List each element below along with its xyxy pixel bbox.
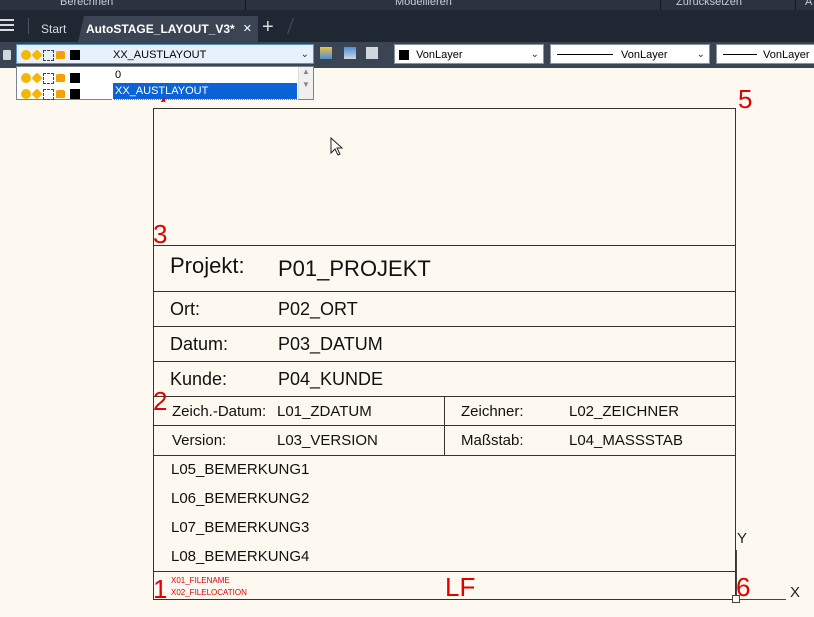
version-value: L03_VERSION — [277, 432, 378, 449]
viewport-freeze-icon — [43, 72, 54, 84]
chevron-down-icon[interactable]: ⌄ — [697, 45, 705, 65]
lock-icon — [56, 51, 65, 60]
tab-title: AutoSTAGE_LAYOUT_V3* — [86, 22, 235, 36]
scroll-down-icon[interactable]: ▼ — [299, 80, 313, 89]
chevron-down-icon[interactable]: ⌄ — [531, 45, 539, 65]
title-block-divider — [153, 455, 736, 456]
linetype-combo-value: VonLayer — [621, 49, 668, 61]
bulb-icon — [21, 50, 31, 61]
title-block-divider — [153, 291, 736, 292]
ribbon-panel-berechnen[interactable]: Berechnen — [60, 0, 113, 8]
ucs-x-axis — [736, 599, 786, 600]
layer-combo[interactable]: XX_AUSTLAYOUT ⌄ — [16, 44, 314, 64]
location-label: Ort: — [170, 299, 200, 319]
match-layer-icon[interactable] — [344, 47, 356, 59]
file-tab-bar: Start AutoSTAGE_LAYOUT_V3* ✕ + — [0, 10, 814, 42]
layer-state-icons — [21, 86, 81, 102]
dropdown-scrollbar[interactable]: ▲ ▼ — [298, 67, 313, 99]
title-block-divider — [153, 245, 736, 246]
layer-properties-icon[interactable] — [3, 50, 11, 60]
make-current-layer-icon[interactable] — [320, 47, 332, 59]
layer-list-item[interactable]: 0 — [17, 67, 299, 84]
color-combo[interactable]: VonLayer ⌄ — [394, 44, 544, 64]
layer-combo-value: XX_AUSTLAYOUT — [113, 49, 207, 61]
drafter-value: L02_ZEICHNER — [569, 403, 680, 420]
location-value: P02_ORT — [278, 299, 358, 319]
chevron-down-icon[interactable]: ⌄ — [301, 45, 309, 65]
scroll-up-icon[interactable]: ▲ — [299, 67, 313, 76]
customer-value: P04_KUNDE — [278, 369, 384, 389]
scale-label: Maßstab: — [461, 432, 524, 449]
close-icon[interactable]: ✕ — [243, 16, 252, 42]
new-tab-button[interactable]: + — [262, 14, 274, 40]
marker-lf: LF — [445, 572, 476, 602]
marker-2: 2 — [153, 386, 168, 416]
ribbon-divider — [245, 0, 246, 10]
drafter-label: Zeichner: — [461, 403, 524, 420]
lock-icon — [56, 90, 65, 99]
ucs-x-label: X — [790, 584, 801, 601]
file-name-field: X01_FILENAME — [171, 576, 230, 585]
layer-color-swatch — [70, 50, 81, 61]
linetype-combo[interactable]: VonLayer ⌄ — [550, 44, 710, 64]
layer-color-swatch — [70, 73, 81, 84]
viewport-freeze-icon — [43, 88, 54, 100]
layer-color-swatch — [70, 89, 81, 100]
sun-icon — [31, 88, 43, 100]
mouse-cursor-icon — [330, 137, 344, 156]
file-location-field: X02_FILELOCATION — [171, 588, 247, 597]
ribbon-divider — [795, 0, 796, 10]
title-block-divider — [153, 361, 736, 362]
title-block-vertical-divider — [444, 396, 445, 455]
ucs-y-axis — [736, 550, 737, 598]
lineweight-sample — [723, 54, 757, 55]
color-swatch — [399, 50, 409, 61]
scale-value: L04_MASSSTAB — [569, 432, 683, 449]
lineweight-combo[interactable]: VonLayer — [716, 44, 814, 64]
remark-3: L07_BEMERKUNG3 — [171, 519, 310, 536]
ribbon-panel-modellieren[interactable]: Modellieren — [395, 0, 452, 8]
remark-4: L08_BEMERKUNG4 — [171, 548, 310, 565]
remark-1: L05_BEMERKUNG1 — [171, 461, 310, 478]
ribbon-panel-a[interactable]: A — [805, 0, 812, 8]
ucs-origin-icon[interactable] — [732, 595, 740, 603]
drawing-date-value: L01_ZDATUM — [277, 403, 372, 420]
lock-icon — [56, 74, 65, 83]
remark-2: L06_BEMERKUNG2 — [171, 490, 310, 507]
lineweight-combo-value: VonLayer — [763, 49, 810, 61]
marker-4: 4 — [155, 88, 168, 102]
version-label: Version: — [172, 432, 227, 449]
tab-autostage-layout[interactable]: AutoSTAGE_LAYOUT_V3* ✕ — [78, 16, 258, 42]
drawing-date-label: Zeich.-Datum: — [172, 403, 267, 420]
project-value: P01_PROJEKT — [278, 256, 431, 281]
tab-start[interactable]: Start — [41, 16, 66, 42]
ribbon-panel-zuruecksetzen[interactable]: Zurücksetzen — [676, 0, 742, 8]
project-label: Projekt: — [170, 253, 245, 278]
color-combo-value: VonLayer — [416, 49, 463, 61]
sun-icon — [31, 49, 43, 61]
layer-name: 0 — [115, 69, 122, 81]
date-label: Datum: — [170, 334, 229, 354]
layer-state-icons — [21, 45, 81, 65]
bulb-icon — [21, 89, 31, 100]
viewport-freeze-icon — [43, 49, 54, 61]
title-block-divider — [153, 326, 736, 327]
ribbon-panel-strip: Berechnen Modellieren Zurücksetzen A — [0, 0, 814, 10]
bulb-icon — [21, 73, 31, 84]
marker-1: 1 — [153, 574, 168, 604]
linetype-sample — [557, 54, 613, 55]
layer-previous-icon[interactable] — [366, 47, 378, 59]
marker-5: 5 — [738, 84, 753, 114]
marker-3: 3 — [153, 219, 168, 249]
layer-name: XX_AUSTLAYOUT — [112, 82, 298, 100]
ucs-y-label: Y — [737, 530, 748, 547]
menu-icon[interactable] — [0, 19, 14, 31]
properties-toolbar: XX_AUSTLAYOUT ⌄ VonLayer ⌄ VonLayer ⌄ Vo… — [0, 42, 814, 68]
date-value: P03_DATUM — [278, 334, 383, 354]
customer-label: Kunde: — [170, 369, 228, 389]
ribbon-divider — [660, 0, 661, 10]
